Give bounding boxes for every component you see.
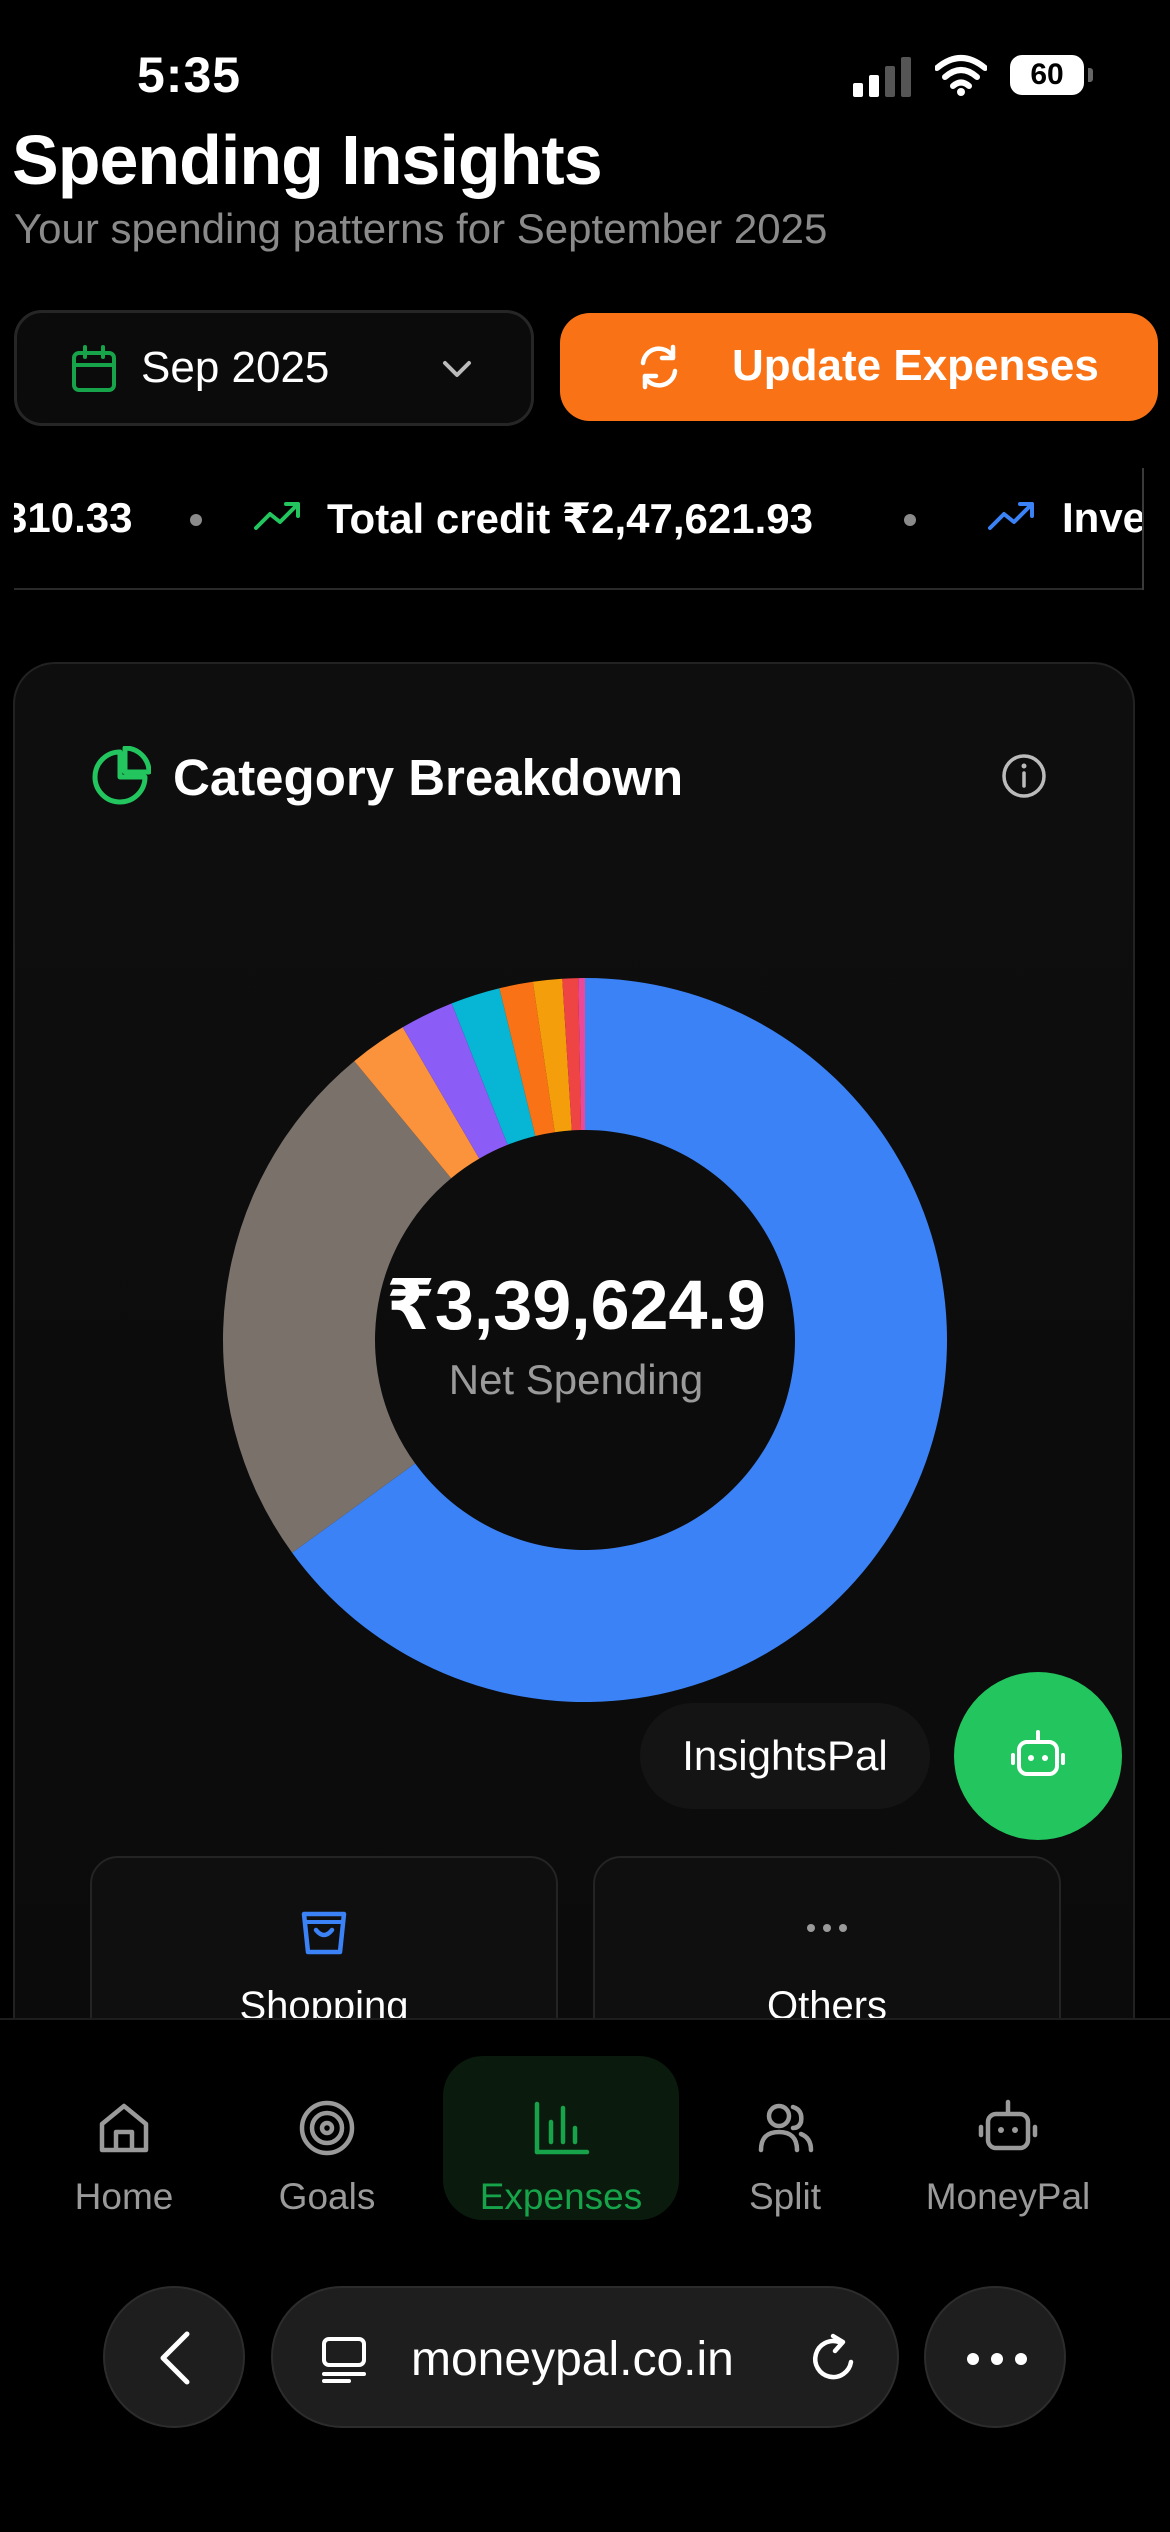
address-bar[interactable]: moneypal.co.in	[271, 2286, 899, 2428]
nav-label: Expenses	[479, 2176, 643, 2217]
bar-chart-icon	[534, 2101, 590, 2155]
ticker-item: 310.33	[14, 494, 133, 541]
month-selector[interactable]: Sep 2025	[14, 310, 534, 426]
reload-icon[interactable]	[807, 2332, 861, 2386]
nav-item-home[interactable]: Home	[54, 2056, 194, 2220]
page-settings-icon	[322, 2337, 366, 2383]
nav-label: Split	[749, 2176, 821, 2217]
pie-chart-icon	[92, 746, 151, 805]
net-spending-label: Net Spending	[448, 1356, 704, 1403]
calendar-icon	[72, 345, 116, 392]
category-breakdown-card: Category Breakdown ₹3,39,624.9 Net Spend…	[13, 662, 1135, 2062]
bot-icon	[978, 2099, 1038, 2151]
signal-icon	[853, 57, 911, 97]
month-label: Sep 2025	[141, 343, 330, 392]
status-time: 5:35	[137, 47, 242, 103]
ticker-separator	[190, 514, 202, 526]
card-title: Category Breakdown	[173, 749, 684, 806]
status-bar: 5:35 60	[0, 0, 1170, 120]
trending-up-icon	[254, 502, 300, 530]
trending-up-icon	[988, 502, 1034, 530]
nav-item-split[interactable]: Split	[715, 2056, 855, 2220]
wifi-icon	[935, 55, 987, 96]
refresh-icon	[640, 344, 678, 390]
nav-label: Goals	[278, 2176, 376, 2217]
info-icon[interactable]	[1000, 752, 1048, 800]
nav-item-moneypal[interactable]: MoneyPal	[908, 2056, 1108, 2220]
battery-level: 60	[1030, 58, 1064, 91]
bottom-nav: Home Goals Expenses Split MoneyPal	[0, 2018, 1170, 2238]
insightspal-button[interactable]	[954, 1672, 1122, 1840]
home-icon	[99, 2103, 149, 2153]
bot-icon	[1011, 1730, 1065, 1776]
chevron-down-icon	[443, 361, 471, 377]
browser-more-button[interactable]	[924, 2286, 1066, 2428]
more-horizontal-icon	[967, 2353, 1027, 2365]
summary-ticker: 310.33 Total credit ₹2,47,621.93 Inve	[14, 468, 1144, 590]
ticker-item: Total credit ₹2,47,621.93	[327, 495, 814, 542]
more-horizontal-icon	[807, 1924, 847, 1932]
battery-indicator: 60	[1010, 55, 1093, 95]
browser-back-button[interactable]	[103, 2286, 245, 2428]
shopping-bag-icon	[301, 1911, 347, 1955]
users-icon	[758, 2103, 814, 2153]
page-subtitle: Your spending patterns for September 202…	[14, 205, 828, 252]
ticker-item: Inve	[1062, 494, 1144, 541]
update-expenses-button[interactable]: Update Expenses	[560, 313, 1158, 421]
ticker-edge	[1142, 468, 1144, 590]
nav-item-expenses[interactable]: Expenses	[443, 2056, 679, 2220]
ticker-separator	[904, 514, 916, 526]
nav-label: Home	[74, 2176, 174, 2217]
browser-toolbar: moneypal.co.in	[0, 2238, 1170, 2532]
nav-item-goals[interactable]: Goals	[257, 2056, 397, 2220]
page-title: Spending Insights	[12, 121, 603, 199]
nav-label: MoneyPal	[925, 2176, 1091, 2217]
update-expenses-label: Update Expenses	[732, 341, 1099, 390]
target-icon	[299, 2100, 355, 2156]
net-spending-value: ₹3,39,624.9	[386, 1266, 766, 1344]
url-text: moneypal.co.in	[411, 2333, 734, 2386]
chevron-left-icon	[160, 2331, 190, 2385]
insightspal-label[interactable]: InsightsPal	[640, 1703, 930, 1809]
